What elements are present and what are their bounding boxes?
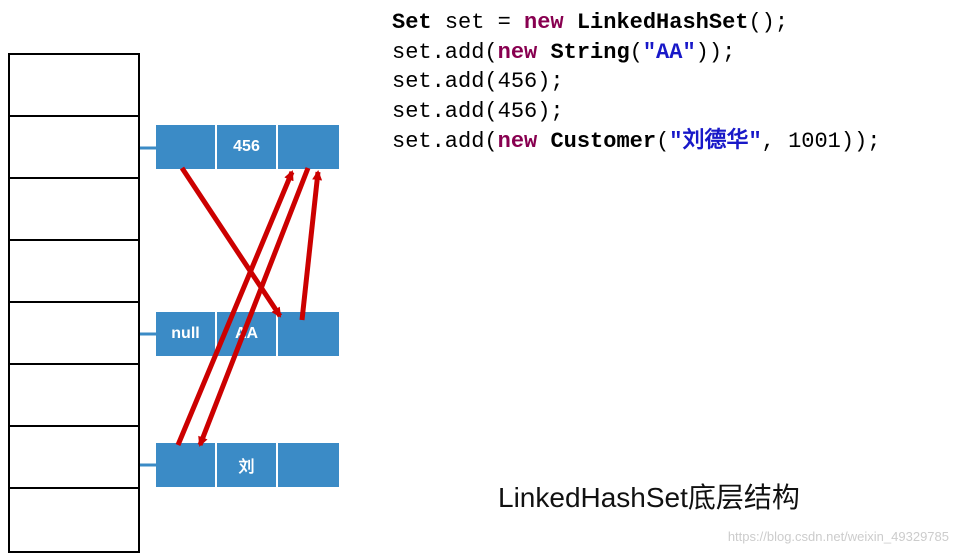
node-prev-pointer: null bbox=[156, 312, 217, 356]
node-next-pointer bbox=[278, 312, 339, 356]
node-next-pointer bbox=[278, 125, 339, 169]
hash-cell bbox=[10, 427, 138, 489]
hash-cell bbox=[10, 489, 138, 551]
diagram-title: LinkedHashSet底层结构 bbox=[498, 476, 800, 516]
hash-cell bbox=[10, 241, 138, 303]
hash-cell bbox=[10, 55, 138, 117]
node-prev-pointer bbox=[156, 125, 217, 169]
node-customer: 刘 bbox=[156, 443, 339, 487]
node-value: 456 bbox=[217, 125, 278, 169]
hash-cell bbox=[10, 117, 138, 179]
node-value: 刘 bbox=[217, 443, 278, 487]
watermark-text: https://blog.csdn.net/weixin_49329785 bbox=[728, 529, 949, 544]
node-value: AA bbox=[217, 312, 278, 356]
hash-cell bbox=[10, 179, 138, 241]
hash-cell bbox=[10, 365, 138, 427]
hash-cell bbox=[10, 303, 138, 365]
node-aa: null AA bbox=[156, 312, 339, 356]
hash-table-array bbox=[8, 53, 140, 553]
code-snippet: Set set = new LinkedHashSet();set.add(ne… bbox=[392, 8, 881, 156]
node-prev-pointer bbox=[156, 443, 217, 487]
node-456: 456 bbox=[156, 125, 339, 169]
node-next-pointer bbox=[278, 443, 339, 487]
